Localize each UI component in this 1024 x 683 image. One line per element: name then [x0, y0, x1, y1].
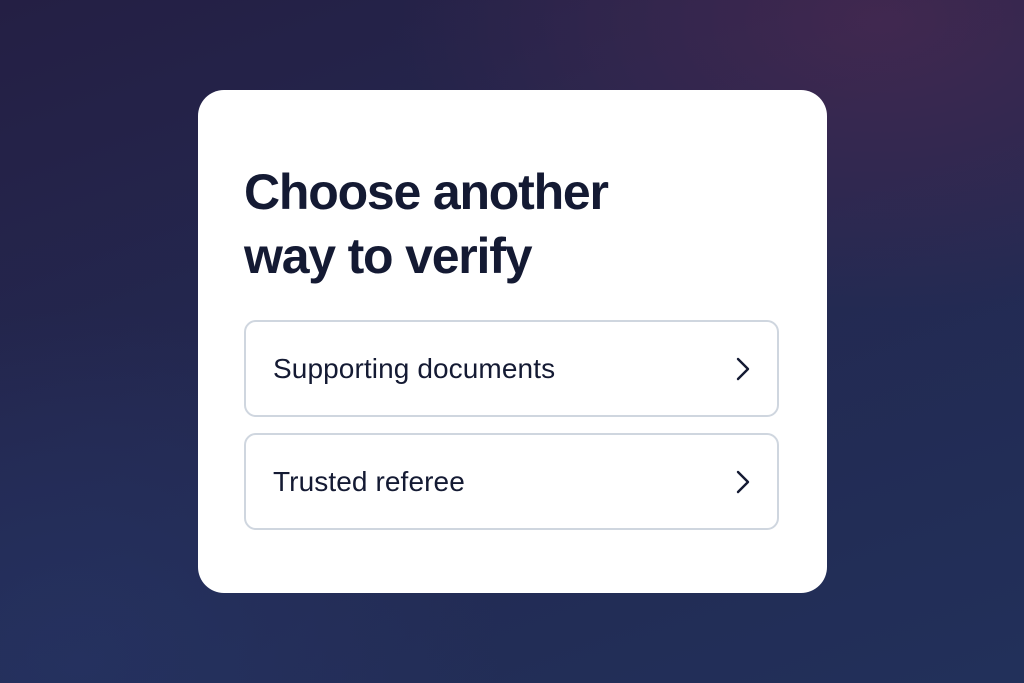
page-title: Choose another way to verify	[244, 160, 764, 288]
option-supporting-documents[interactable]: Supporting documents	[244, 320, 779, 417]
title-line-1: Choose another	[244, 164, 609, 220]
option-label: Supporting documents	[273, 352, 556, 384]
title-line-2: way to verify	[244, 228, 533, 284]
option-label: Trusted referee	[273, 465, 465, 497]
chevron-right-icon	[733, 468, 753, 496]
option-trusted-referee[interactable]: Trusted referee	[244, 433, 779, 530]
verification-options-card: Choose another way to verify Supporting …	[198, 90, 827, 593]
chevron-right-icon	[733, 355, 753, 383]
